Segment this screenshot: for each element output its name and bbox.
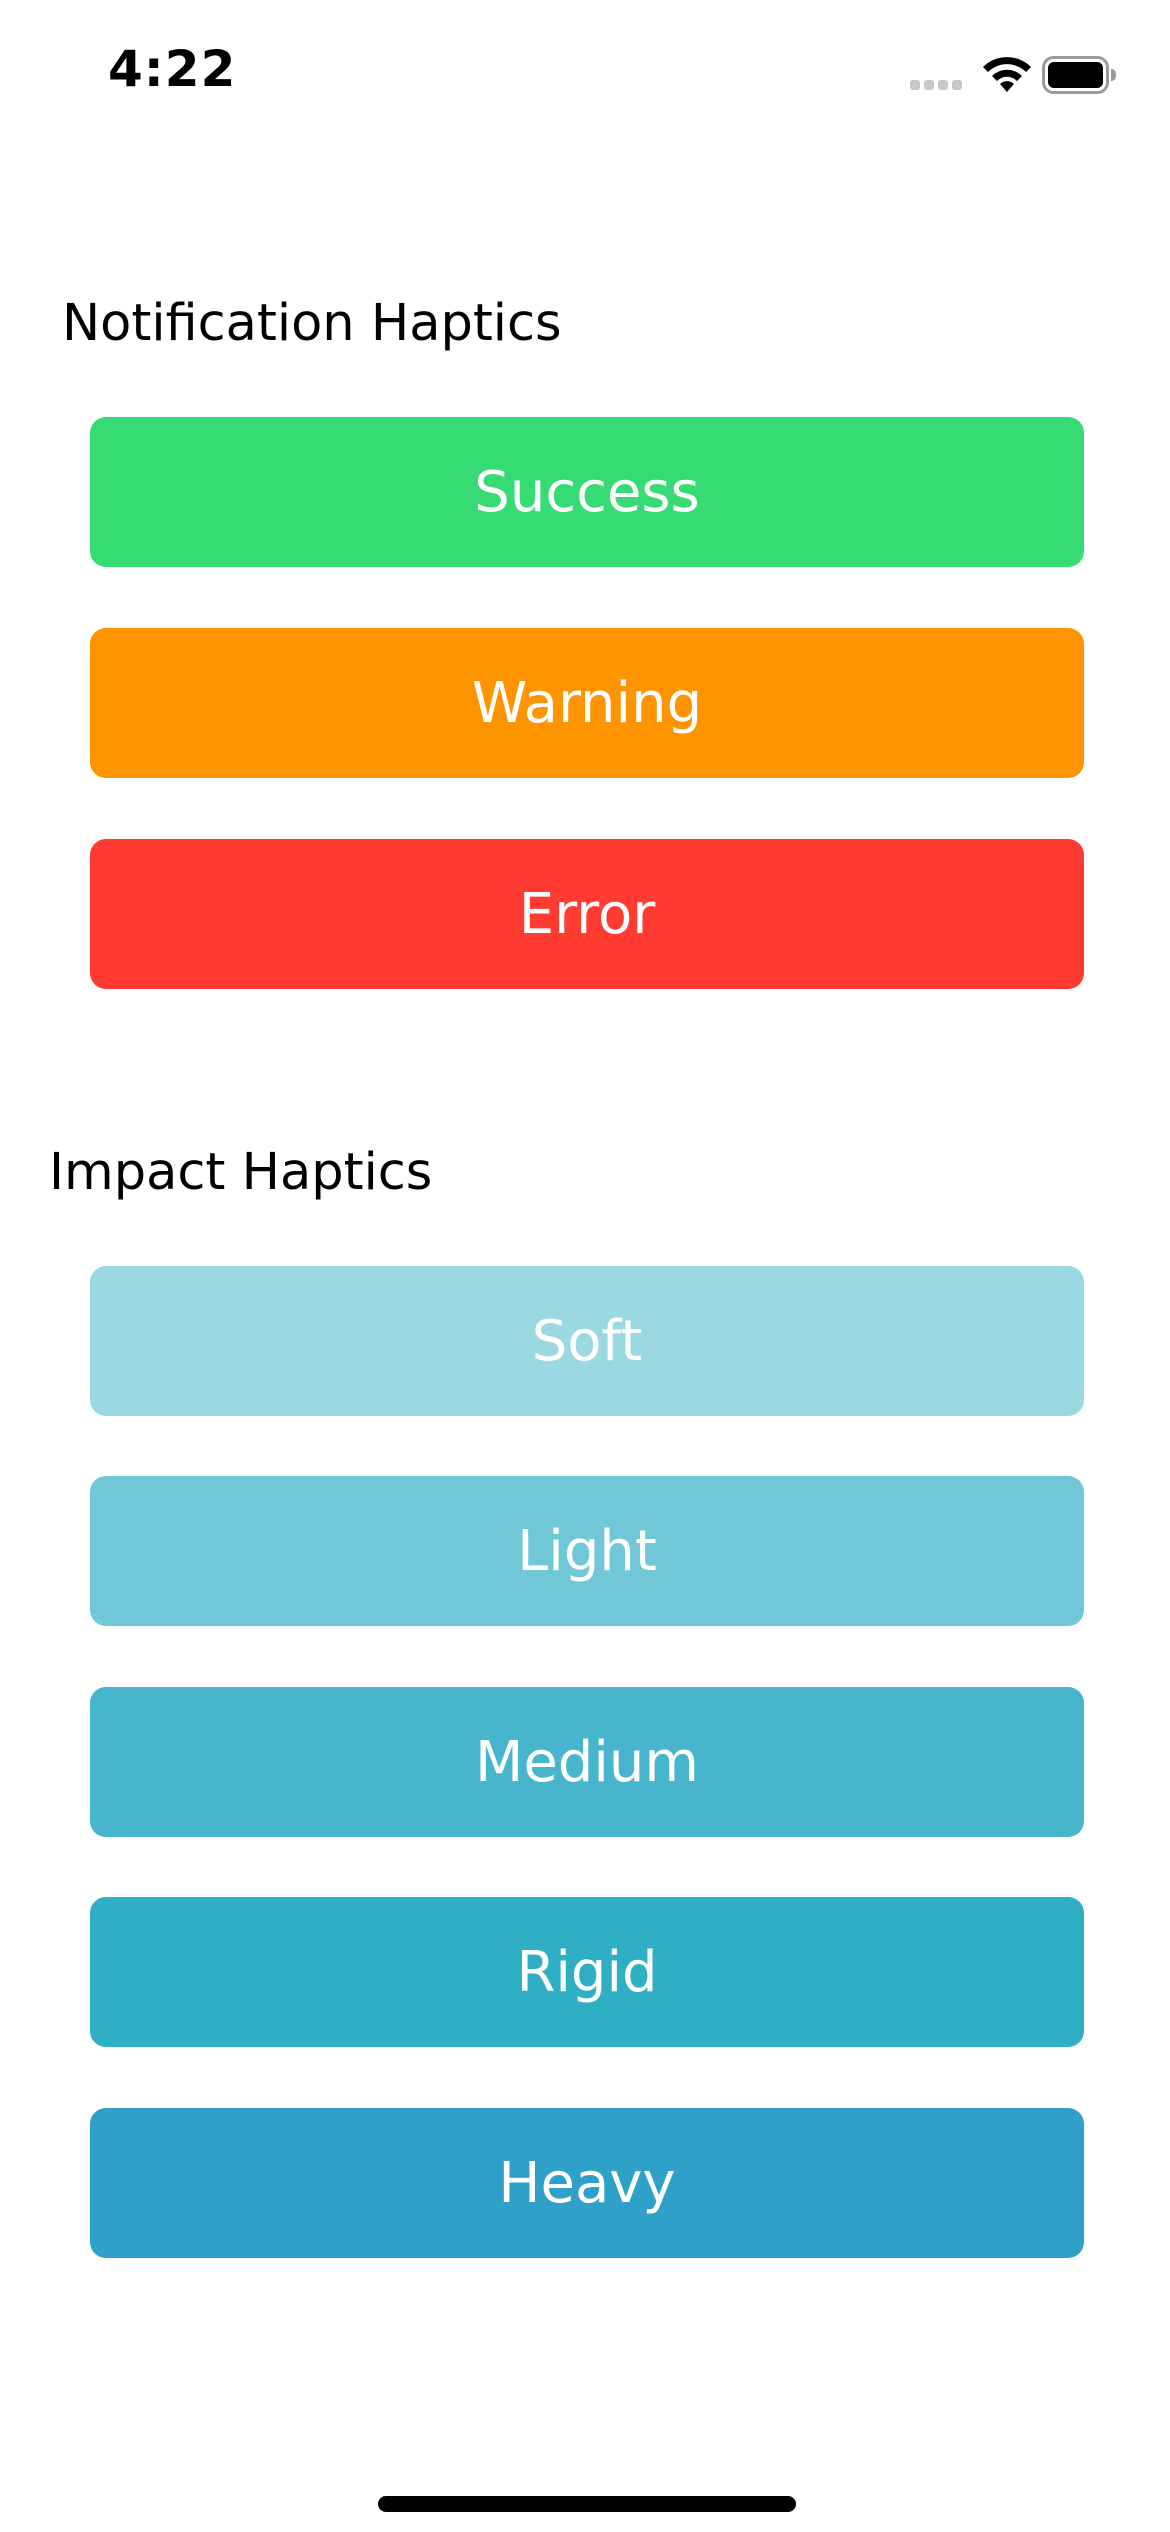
impact-haptics-title: Impact Haptics	[49, 1143, 433, 1202]
cellular-signal-icon	[910, 80, 962, 90]
medium-button[interactable]: Medium	[90, 1687, 1084, 1837]
battery-icon	[1042, 56, 1116, 94]
status-time: 4:22	[108, 40, 237, 98]
rigid-button[interactable]: Rigid	[90, 1897, 1084, 2047]
home-indicator[interactable]	[378, 2496, 796, 2512]
soft-button[interactable]: Soft	[90, 1266, 1084, 1416]
warning-button[interactable]: Warning	[90, 628, 1084, 778]
wifi-icon	[983, 57, 1031, 92]
light-button[interactable]: Light	[90, 1476, 1084, 1626]
status-bar: 4:22	[0, 0, 1170, 150]
success-button[interactable]: Success	[90, 417, 1084, 567]
error-button[interactable]: Error	[90, 839, 1084, 989]
heavy-button[interactable]: Heavy	[90, 2108, 1084, 2258]
notification-haptics-title: Notification Haptics	[62, 294, 562, 353]
